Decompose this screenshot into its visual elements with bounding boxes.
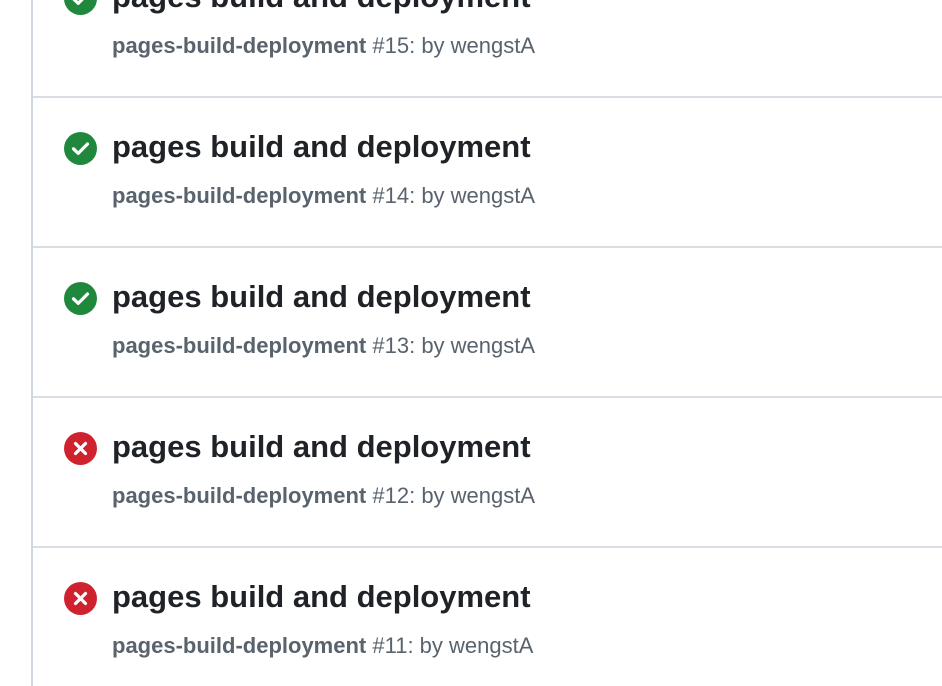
run-meta: pages-build-deployment #15: by wengstA [112,31,535,61]
run-meta: pages-build-deployment #11: by wengstA [112,631,533,661]
check-circle-icon [64,282,97,315]
check-circle-icon [64,132,97,165]
run-actor: : by wengstA [409,183,536,208]
check-circle-icon [64,0,97,15]
x-circle-icon [64,582,97,615]
run-number: #12 [372,483,410,508]
run-title-link[interactable]: pages build and deployment [112,277,531,317]
workflow-run-row[interactable]: pages build and deployment pages-build-d… [33,0,942,98]
run-title-link[interactable]: pages build and deployment [112,427,531,467]
run-meta: pages-build-deployment #13: by wengstA [112,331,535,361]
run-title-link[interactable]: pages build and deployment [112,0,531,17]
run-number: #13 [372,333,410,358]
run-actor: : by wengstA [409,483,536,508]
run-meta: pages-build-deployment #12: by wengstA [112,481,535,511]
workflow-run-row[interactable]: pages build and deployment pages-build-d… [33,98,942,248]
run-number: #15 [372,33,410,58]
workflow-run-row[interactable]: pages build and deployment pages-build-d… [33,398,942,548]
workflow-run-row[interactable]: pages build and deployment pages-build-d… [33,548,942,686]
workflow-run-row[interactable]: pages build and deployment pages-build-d… [33,248,942,398]
x-circle-icon [64,432,97,465]
run-actor: : by wengstA [409,333,536,358]
run-title-link[interactable]: pages build and deployment [112,577,531,617]
workflow-name: pages-build-deployment [112,183,367,208]
workflow-name: pages-build-deployment [112,333,367,358]
run-number: #14 [372,183,410,208]
workflow-name: pages-build-deployment [112,633,367,658]
run-meta: pages-build-deployment #14: by wengstA [112,181,535,211]
run-number: #11 [372,633,408,658]
workflow-name: pages-build-deployment [112,483,367,508]
run-actor: : by wengstA [409,33,536,58]
workflow-name: pages-build-deployment [112,33,367,58]
run-actor: : by wengstA [407,633,534,658]
workflow-runs-panel: pages build and deployment pages-build-d… [31,0,942,686]
workflow-runs-list: pages build and deployment pages-build-d… [33,0,942,686]
run-title-link[interactable]: pages build and deployment [112,127,531,167]
